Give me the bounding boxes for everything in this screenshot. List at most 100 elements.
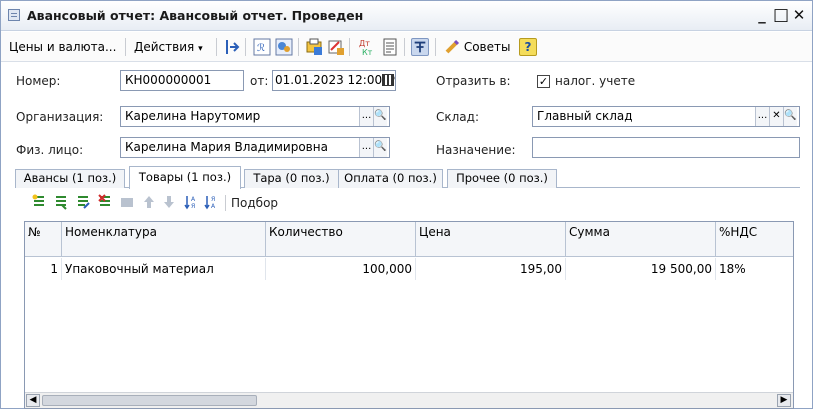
search-icon[interactable]: 🔍 (373, 138, 387, 157)
organization-label: Организация: (16, 110, 104, 124)
tax-accounting-label: налог. учете (555, 74, 636, 88)
svg-text:A: A (191, 196, 196, 203)
minimize-button[interactable]: _ (752, 5, 772, 25)
window-title: Авансовый отчет: Авансовый отчет. Провед… (27, 8, 364, 23)
column-header-price[interactable]: Цена (416, 222, 566, 257)
scroll-right-icon[interactable]: ▶ (777, 394, 791, 407)
delete-row-icon[interactable] (97, 194, 113, 210)
print-icon[interactable] (305, 38, 323, 56)
structure-icon[interactable] (275, 38, 293, 56)
cell-sum: 19 500,00 (566, 258, 716, 280)
tab-packaging[interactable]: Тара (0 поз.) (244, 169, 339, 188)
number-value: КН000000001 (125, 73, 212, 87)
main-toolbar: Цены и валюта... Действия ▾ ℛ Дт Кт Сове… (1, 32, 812, 62)
tips-button[interactable]: Советы (443, 37, 512, 57)
select-button[interactable]: ... (359, 107, 373, 126)
reflect-in-label: Отразить в: (436, 74, 511, 88)
select-button[interactable]: ... (359, 138, 373, 157)
column-header-sum[interactable]: Сумма (566, 222, 716, 257)
close-button[interactable]: ✕ (789, 5, 809, 25)
move-up-icon[interactable] (141, 194, 157, 210)
toolbar-separator (404, 38, 405, 56)
purpose-label: Назначение: (436, 143, 516, 157)
toolbar-separator (216, 38, 217, 56)
warehouse-label: Склад: (436, 110, 479, 124)
svg-text:ℛ: ℛ (257, 43, 265, 54)
date-from-label: от: (250, 74, 269, 88)
calendar-icon (382, 74, 394, 86)
column-header-vat[interactable]: %НДС (716, 222, 793, 257)
warehouse-value: Главный склад (537, 109, 633, 123)
refresh-icon[interactable]: ℛ (253, 38, 271, 56)
tab-advances[interactable]: Авансы (1 поз.) (15, 169, 125, 188)
report-window: Авансовый отчет: Авансовый отчет. Провед… (0, 0, 813, 409)
organization-field[interactable]: Карелина Нарутомир ... 🔍 (120, 106, 390, 127)
calendar-button[interactable] (381, 73, 395, 88)
toolbar-separator (245, 38, 246, 56)
number-label: Номер: (16, 74, 61, 88)
tab-goods[interactable]: Товары (1 поз.) (129, 166, 241, 189)
column-header-number[interactable]: № (25, 222, 62, 257)
cell-quantity: 100,000 (266, 258, 416, 280)
actions-label: Действия (134, 40, 195, 54)
table-row[interactable]: 1 Упаковочный материал 100,000 195,00 19… (25, 258, 793, 280)
tax-accounting-checkbox[interactable]: ✓ (537, 75, 550, 88)
report-icon[interactable] (381, 38, 399, 56)
select-button[interactable]: ... (755, 107, 769, 126)
cell-number: 1 (25, 258, 62, 280)
person-field[interactable]: Карелина Мария Владимировна ... 🔍 (120, 137, 390, 158)
horizontal-scrollbar[interactable]: ◀ ▶ (25, 392, 793, 408)
post-document-icon[interactable] (223, 38, 241, 56)
add-row-icon[interactable] (31, 194, 47, 210)
copy-row-icon[interactable] (53, 194, 69, 210)
cell-price: 195,00 (416, 258, 566, 280)
tab-payment[interactable]: Оплата (0 поз.) (338, 169, 443, 188)
column-header-item[interactable]: Номенклатура (62, 222, 266, 257)
end-edit-icon[interactable] (119, 194, 135, 210)
scroll-left-icon[interactable]: ◀ (26, 394, 40, 407)
column-header-quantity[interactable]: Количество (266, 222, 416, 257)
warehouse-field[interactable]: Главный склад ... ✕ 🔍 (532, 106, 800, 127)
selection-button[interactable]: Подбор (231, 196, 278, 210)
date-value: 01.01.2023 12:00:09 (275, 73, 396, 87)
svg-text:Я: Я (211, 196, 215, 203)
cell-item: Упаковочный материал (62, 258, 266, 280)
svg-text:Я: Я (191, 203, 195, 210)
toolbar-separator (298, 38, 299, 56)
svg-text:Кт: Кт (362, 48, 373, 56)
purpose-field[interactable] (532, 137, 800, 158)
toolbar-separator (125, 38, 126, 56)
sort-descending-icon[interactable]: ЯA (203, 194, 219, 210)
dropdown-arrow-icon: ▾ (198, 44, 203, 54)
debit-credit-icon[interactable]: ДтКт (357, 38, 375, 56)
tab-other[interactable]: Прочее (0 поз.) (447, 169, 557, 188)
organization-value: Карелина Нарутомир (125, 109, 261, 123)
edit-row-icon[interactable] (75, 194, 91, 210)
title-bar[interactable]: Авансовый отчет: Авансовый отчет. Провед… (1, 1, 812, 31)
document-icon (8, 9, 20, 21)
svg-text:A: A (211, 203, 216, 210)
scroll-thumb[interactable] (42, 395, 257, 406)
person-label: Физ. лицо: (16, 143, 84, 157)
date-field[interactable]: 01.01.2023 12:00:09 (272, 70, 396, 91)
number-field[interactable]: КН000000001 (120, 70, 244, 91)
clear-icon[interactable]: ✕ (769, 107, 783, 126)
prices-currency-button[interactable]: Цены и валюта... (7, 37, 118, 57)
svg-text:Дт: Дт (359, 39, 370, 48)
tips-label: Советы (463, 40, 511, 54)
tips-icon (445, 39, 460, 54)
actions-menu-button[interactable]: Действия ▾ (132, 37, 205, 57)
toolbar-separator (225, 195, 226, 211)
toolbar-separator (349, 38, 350, 56)
search-icon[interactable]: 🔍 (373, 107, 387, 126)
subordination-icon[interactable] (411, 38, 429, 56)
maximize-button[interactable]: □ (771, 5, 791, 25)
cell-vat: 18% (719, 262, 746, 276)
move-down-icon[interactable] (161, 194, 177, 210)
person-value: Карелина Мария Владимировна (125, 140, 328, 154)
help-button[interactable]: ? (519, 38, 537, 56)
toolbar-separator (435, 38, 436, 56)
print-settings-icon[interactable] (327, 38, 345, 56)
search-icon[interactable]: 🔍 (783, 107, 797, 126)
sort-ascending-icon[interactable]: AЯ (183, 194, 199, 210)
